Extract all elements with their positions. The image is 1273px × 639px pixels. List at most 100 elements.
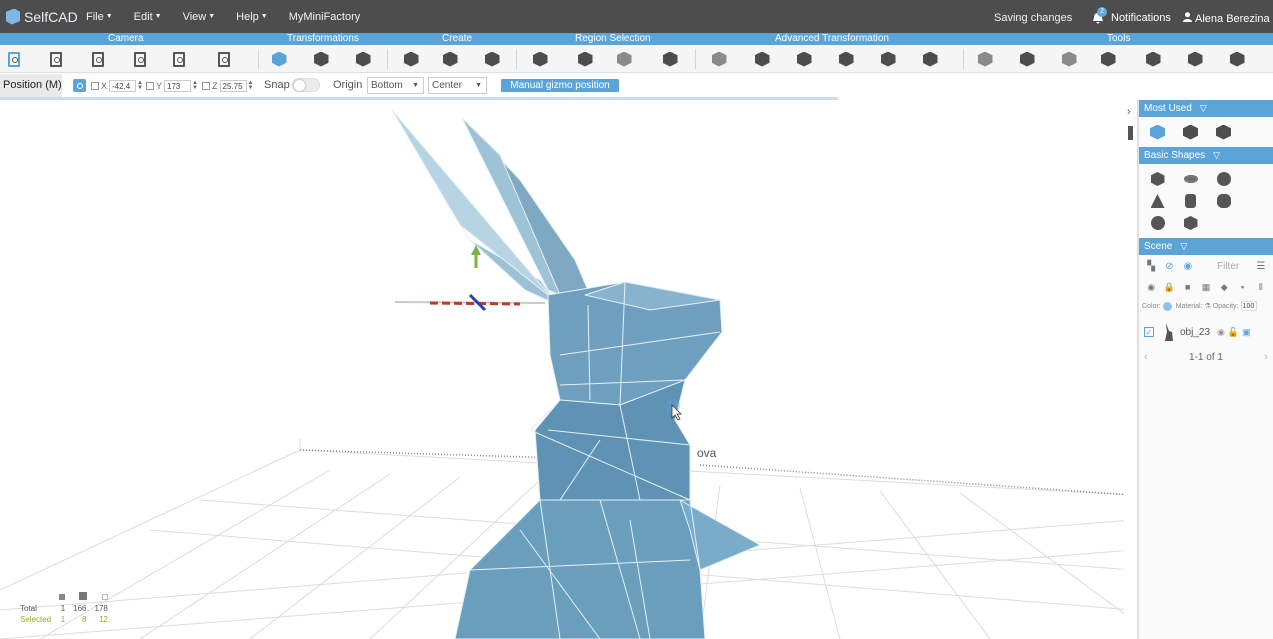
solid-icon[interactable]: ■ — [1179, 282, 1197, 292]
repair-icon[interactable] — [1228, 50, 1246, 68]
scene-object-row[interactable]: ✓ obj_23 ◉ 🔓 ▣ — [1139, 319, 1273, 345]
twist-icon[interactable] — [879, 50, 897, 68]
menu-view[interactable]: View ▼ — [183, 11, 216, 23]
app-logo[interactable]: SelfCAD — [6, 8, 78, 25]
menu-file[interactable]: File ▼ — [86, 11, 113, 23]
object-settings-icon[interactable]: ▣ — [1242, 327, 1251, 338]
object-checkbox[interactable]: ✓ — [1144, 327, 1154, 337]
knot-icon[interactable] — [1207, 190, 1240, 212]
notifications-button[interactable]: 2 Notifications — [1092, 6, 1171, 24]
z-axis-checkbox[interactable] — [202, 81, 210, 90]
y-spinner[interactable]: ▲ ▼ — [192, 80, 198, 91]
filter-icon[interactable]: ▽ — [1200, 100, 1207, 117]
y-input[interactable]: 173 — [164, 79, 192, 92]
material-icon[interactable]: ⚗ — [1205, 302, 1211, 310]
basic-shapes-header[interactable]: Basic Shapes ▽ — [1139, 147, 1273, 164]
y-axis-checkbox[interactable] — [146, 81, 154, 90]
menu-help[interactable]: Help ▼ — [236, 11, 268, 23]
extrude-icon[interactable] — [441, 50, 459, 68]
sort-icon[interactable]: ☰ — [1252, 261, 1270, 272]
category-transformations[interactable]: Transformations — [287, 33, 359, 45]
point-icon[interactable]: ▪ — [1233, 282, 1251, 292]
sculpt-icon[interactable] — [1144, 50, 1162, 68]
slice-icon[interactable] — [1186, 50, 1204, 68]
origin-horizontal-select[interactable]: Center ▼ — [428, 77, 487, 94]
torus-icon[interactable] — [1174, 168, 1207, 190]
clipboard-icon[interactable] — [215, 50, 233, 68]
category-region-selection[interactable]: Region Selection — [575, 33, 651, 45]
scale-icon[interactable] — [354, 50, 372, 68]
rabbit-model[interactable] — [391, 109, 761, 639]
import-icon[interactable] — [89, 50, 107, 68]
sphere-icon[interactable] — [1207, 168, 1240, 190]
panel-scrollbar[interactable] — [1124, 100, 1137, 639]
x-axis-checkbox[interactable] — [91, 81, 99, 90]
chevron-right-icon[interactable]: › — [1127, 106, 1131, 118]
x-input[interactable]: -42.4 — [109, 79, 137, 92]
origin-vertical-select[interactable]: Bottom ▼ — [367, 77, 424, 94]
category-camera[interactable]: Camera — [108, 33, 144, 45]
manual-gizmo-position-button[interactable]: Manual gizmo position — [501, 79, 619, 92]
menu-edit[interactable]: Edit ▼ — [134, 11, 162, 23]
shaded-icon[interactable]: ◆ — [1215, 282, 1233, 293]
move-icon[interactable] — [270, 50, 288, 68]
face-select-icon[interactable] — [576, 50, 594, 68]
polyhedron-icon[interactable] — [1174, 212, 1207, 234]
extrude-icon[interactable] — [1174, 121, 1207, 143]
3d-viewport[interactable]: ova Total 1 166 178 Selected 1 8 12 — [0, 100, 1133, 639]
sphere-tool-icon[interactable] — [1099, 50, 1117, 68]
most-used-header[interactable]: Most Used ▽ — [1139, 100, 1273, 117]
vertex-select-icon[interactable] — [661, 50, 679, 68]
wireframe-icon[interactable]: ▦ — [1197, 282, 1215, 293]
cylinder-icon[interactable] — [1174, 190, 1207, 212]
hollow-icon[interactable] — [1060, 50, 1078, 68]
group-icon[interactable]: ▚ — [1142, 261, 1160, 272]
solidify-icon[interactable] — [1018, 50, 1036, 68]
edge-select-icon[interactable] — [615, 50, 633, 68]
x-spinner[interactable]: ▲ ▼ — [137, 80, 143, 91]
lock-icon[interactable]: 🔒 — [1160, 282, 1178, 293]
visibility-icon[interactable]: ◉ — [1142, 282, 1160, 293]
select-region-icon[interactable] — [531, 50, 549, 68]
z-input[interactable]: 25.75 — [219, 79, 247, 92]
boolean-icon[interactable] — [976, 50, 994, 68]
columns-icon[interactable]: ⦀ — [1252, 282, 1270, 293]
stitch-icon[interactable] — [1207, 121, 1240, 143]
bevel-icon[interactable] — [795, 50, 813, 68]
cone-icon[interactable] — [837, 50, 855, 68]
eye-icon[interactable]: ◉ — [1179, 261, 1197, 272]
snapshot-icon[interactable] — [131, 50, 149, 68]
scene-filter-input[interactable]: Filter — [1217, 261, 1252, 272]
user-menu[interactable]: Alena Berezina — [1183, 12, 1270, 25]
rotate-icon[interactable] — [312, 50, 330, 68]
cube-icon[interactable] — [1141, 168, 1174, 190]
color-swatch[interactable] — [1162, 301, 1172, 311]
cube-create-icon[interactable] — [402, 50, 420, 68]
move-icon[interactable] — [1141, 121, 1174, 143]
position-mode-label[interactable]: Position (M) — [0, 74, 62, 97]
chevron-left-icon[interactable]: ‹ — [1144, 351, 1148, 363]
gear-sphere-icon[interactable] — [1141, 212, 1174, 234]
bend-icon[interactable] — [921, 50, 939, 68]
sketch-icon[interactable] — [483, 50, 501, 68]
scrollbar-thumb[interactable] — [1128, 126, 1133, 140]
category-tools[interactable]: Tools — [1107, 33, 1130, 45]
camera-settings-icon[interactable] — [170, 50, 188, 68]
lock-proportions-button[interactable] — [73, 79, 86, 92]
stitch-icon[interactable] — [710, 50, 728, 68]
chevron-right-icon[interactable]: › — [1264, 351, 1268, 363]
snap-toggle[interactable] — [292, 78, 320, 92]
mesh-icon[interactable] — [753, 50, 771, 68]
opacity-input[interactable]: 100 — [1240, 301, 1257, 311]
filter-icon[interactable]: ▽ — [1213, 147, 1220, 164]
menu-myminifactory[interactable]: MyMiniFactory — [289, 11, 361, 23]
z-spinner[interactable]: ▲ ▼ — [248, 80, 254, 91]
eye-icon[interactable]: ◉ — [1217, 327, 1225, 338]
unlock-icon[interactable]: 🔓 — [1228, 327, 1239, 338]
paste-icon[interactable] — [5, 50, 23, 68]
category-create[interactable]: Create — [442, 33, 472, 45]
cone-icon[interactable] — [1141, 190, 1174, 212]
scene-header[interactable]: Scene ▽ — [1139, 238, 1273, 255]
zoom-fit-icon[interactable] — [47, 50, 65, 68]
filter-icon[interactable]: ▽ — [1180, 238, 1187, 255]
